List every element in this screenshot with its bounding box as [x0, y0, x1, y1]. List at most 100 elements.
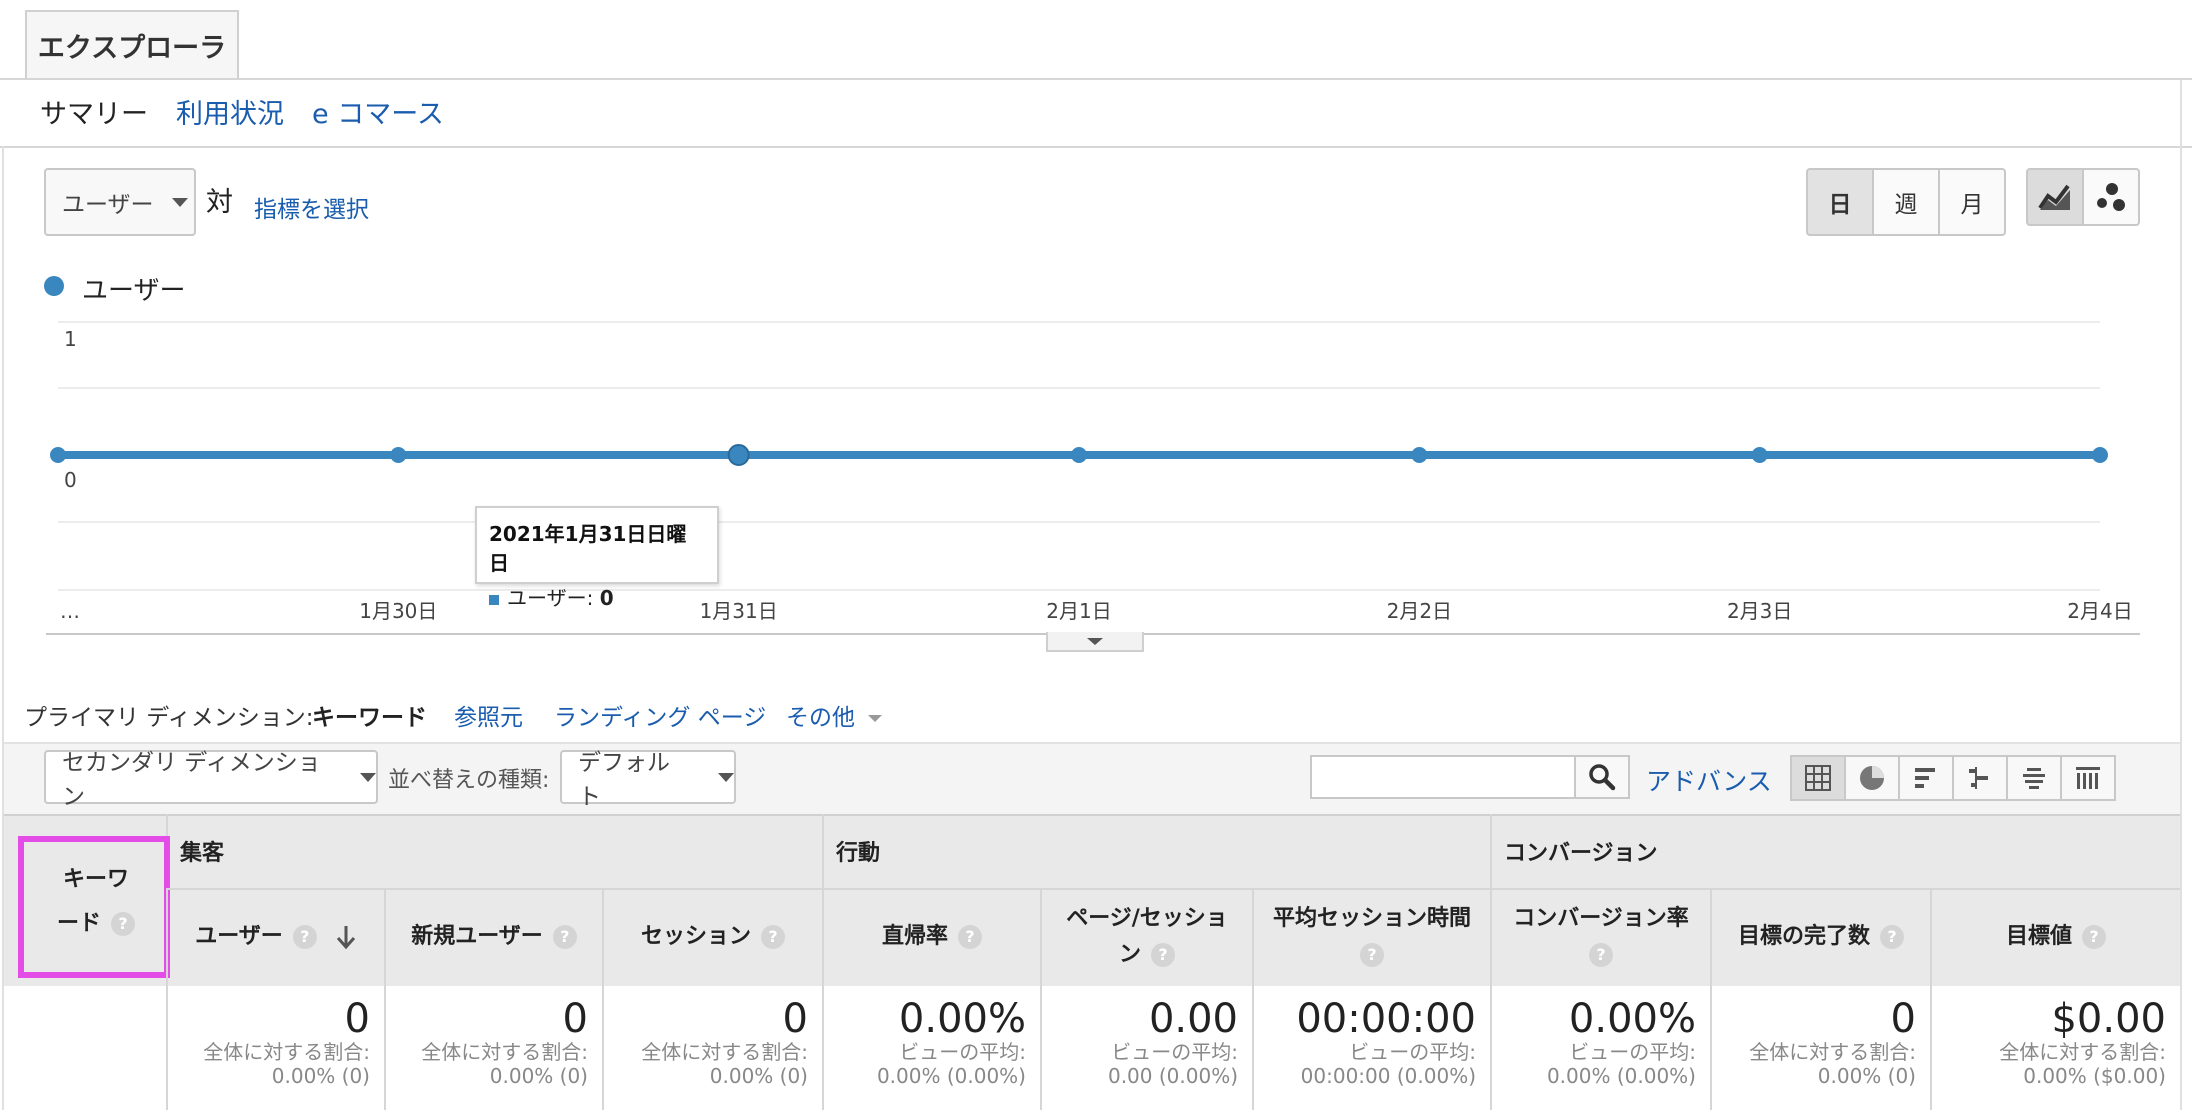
total-users-share: 0.00% (0)	[271, 1064, 370, 1088]
primary-dimension-other[interactable]: その他	[786, 698, 883, 732]
x-tick-label: 2月4日	[2067, 599, 2132, 623]
header-goal-completions[interactable]: 目標の完了数?	[1710, 888, 1930, 984]
help-icon[interactable]: ?	[292, 925, 317, 949]
header-pages-per-session[interactable]: ページ/セッショ ン?	[1040, 888, 1252, 984]
vs-label: 対	[206, 187, 233, 218]
subtab-summary[interactable]: サマリー	[40, 92, 148, 131]
header-avg-session-duration-label: 平均セッション時間	[1272, 906, 1471, 931]
total-bounce-rate: 0.00% ビューの平均: 0.00% (0.00%)	[822, 984, 1040, 1110]
help-icon[interactable]: ?	[1151, 943, 1175, 967]
chevron-down-icon	[1087, 637, 1103, 645]
total-pages-per-session-average: 0.00 (0.00%)	[1107, 1064, 1238, 1088]
primary-dimension-label: プライマリ ディメンション:	[24, 705, 314, 731]
totals-key-cell	[4, 984, 166, 1110]
sort-down-arrow-icon	[336, 926, 355, 950]
total-avg-session-duration-value: 00:00:00	[1296, 996, 1476, 1042]
table-view-button[interactable]	[1790, 755, 1846, 801]
term-cloud-icon	[2023, 768, 2045, 789]
tooltip-value-row: ユーザー: 0	[489, 582, 705, 611]
data-point	[2092, 447, 2108, 463]
pivot-icon	[2076, 767, 2100, 789]
group-acquisition: 集客	[166, 814, 822, 888]
total-pages-per-session-caption: ビューの平均:	[1111, 1040, 1238, 1064]
total-users-caption: 全体に対する割合:	[203, 1040, 370, 1064]
data-point	[1411, 447, 1428, 463]
subtab-ecommerce[interactable]: e コマース	[312, 92, 444, 131]
total-avg-session-duration: 00:00:00 ビューの平均: 00:00:00 (0.00%)	[1252, 984, 1490, 1110]
table-search-input[interactable]	[1310, 755, 1576, 799]
header-bounce-rate-label: 直帰率	[881, 924, 948, 949]
performance-view-button[interactable]	[1898, 755, 1954, 801]
table-view-buttons	[1790, 755, 2116, 801]
help-icon[interactable]: ?	[1589, 943, 1613, 967]
total-conversion-rate-value: 0.00%	[1568, 996, 1696, 1042]
header-goal-value[interactable]: 目標値?	[1930, 888, 2180, 984]
period-week-button[interactable]: 週	[1872, 168, 1940, 236]
total-new-users-share: 0.00% (0)	[489, 1064, 588, 1088]
bubble-chart-icon	[2097, 183, 2125, 211]
total-sessions: 0 全体に対する割合: 0.00% (0)	[602, 984, 822, 1110]
header-conversion-rate[interactable]: コンバージョン率 ?	[1490, 888, 1710, 984]
keyword-highlight-box	[18, 836, 170, 978]
help-icon[interactable]: ?	[958, 925, 982, 949]
total-goal-value-caption: 全体に対する割合:	[1999, 1040, 2166, 1064]
header-new-users[interactable]: 新規ユーザー?	[384, 888, 602, 984]
header-bounce-rate[interactable]: 直帰率?	[822, 888, 1040, 984]
primary-dimension-source[interactable]: 参照元	[454, 698, 523, 732]
subtab-usage[interactable]: 利用状況	[176, 92, 284, 131]
tooltip-series-label: ユーザー:	[507, 586, 594, 610]
header-avg-session-duration-help: ?	[1360, 937, 1384, 973]
top-tab-bar	[0, 0, 2192, 80]
help-icon[interactable]: ?	[1360, 943, 1384, 967]
total-goal-completions-caption: 全体に対する割合:	[1749, 1040, 1916, 1064]
total-new-users: 0 全体に対する割合: 0.00% (0)	[384, 984, 602, 1110]
grid-icon	[1805, 765, 1831, 791]
total-pages-per-session: 0.00 ビューの平均: 0.00 (0.00%)	[1040, 984, 1252, 1110]
help-icon[interactable]: ?	[761, 925, 785, 949]
total-goal-value: $0.00 全体に対する割合: 0.00% ($0.00)	[1930, 984, 2180, 1110]
total-sessions-share: 0.00% (0)	[709, 1064, 808, 1088]
chart-collapse-handle[interactable]	[1046, 632, 1144, 652]
sort-type-label: 並べ替えの種類:	[388, 768, 550, 793]
x-tick-label: 2月3日	[1727, 599, 1792, 623]
tab-explorer[interactable]: エクスプローラ	[25, 10, 239, 78]
header-avg-session-duration[interactable]: 平均セッション時間 ?	[1252, 888, 1490, 984]
total-sessions-caption: 全体に対する割合:	[641, 1040, 808, 1064]
header-users[interactable]: ユーザー?	[166, 888, 384, 984]
pivot-view-button[interactable]	[2060, 755, 2116, 801]
primary-dimension-landing-page[interactable]: ランディング ページ	[554, 698, 766, 732]
line-chart-icon	[2038, 184, 2070, 210]
metric-dropdown[interactable]: ユーザー	[44, 168, 196, 236]
data-point	[50, 447, 66, 463]
total-conversion-rate-caption: ビューの平均:	[1569, 1040, 1696, 1064]
tooltip-date: 2021年1月31日日曜日	[489, 522, 687, 575]
group-conversion: コンバージョン	[1490, 814, 2180, 888]
pie-chart-icon	[1860, 766, 1884, 790]
chart-tooltip: 2021年1月31日日曜日 ユーザー: 0	[475, 506, 719, 610]
tooltip-series-swatch	[489, 594, 499, 605]
period-day-button[interactable]: 日	[1806, 168, 1874, 236]
comparison-view-button[interactable]	[1952, 755, 2008, 801]
pie-view-button[interactable]	[1844, 755, 1900, 801]
help-icon[interactable]: ?	[1880, 925, 1904, 949]
period-month-button[interactable]: 月	[1938, 168, 2006, 236]
primary-dimension-keyword[interactable]: キーワード	[312, 698, 427, 732]
chevron-down-icon	[171, 197, 188, 207]
term-cloud-view-button[interactable]	[2006, 755, 2062, 801]
help-icon[interactable]: ?	[552, 925, 577, 949]
advanced-filter-link[interactable]: アドバンス	[1646, 762, 1772, 798]
motion-chart-button[interactable]	[2082, 168, 2140, 226]
period-buttons: 日 週 月	[1806, 168, 2006, 236]
secondary-dimension-dropdown[interactable]: セカンダリ ディメンション	[44, 750, 378, 810]
sort-type-dropdown[interactable]: デフォルト	[560, 750, 736, 810]
line-chart-button[interactable]	[2026, 168, 2084, 226]
search-button[interactable]	[1574, 755, 1630, 799]
sort-type-value: デフォルト	[578, 750, 670, 810]
header-conversion-rate-label: コンバージョン率	[1513, 906, 1689, 931]
total-bounce-rate-average: 0.00% (0.00%)	[876, 1064, 1026, 1088]
chevron-down-icon	[868, 715, 883, 722]
header-sessions[interactable]: セッション?	[602, 888, 822, 984]
select-metric-link[interactable]: 指標を選択	[254, 190, 369, 224]
total-pages-per-session-value: 0.00	[1148, 996, 1238, 1042]
help-icon[interactable]: ?	[2082, 925, 2106, 949]
